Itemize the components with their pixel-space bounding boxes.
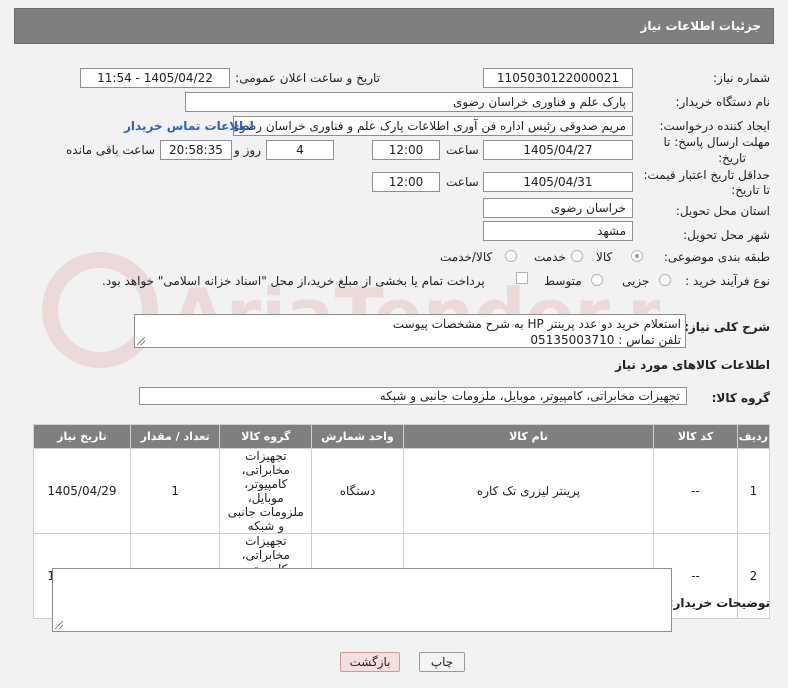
treasury-payment-checkbox[interactable] <box>516 272 528 284</box>
table-row: 1 -- پرینتر لیزری تک کاره دستگاه تجهیزات… <box>33 448 771 534</box>
description-line-2: تلفن تماس : 05135003710 <box>530 333 681 347</box>
deadline-time-label: ساعت <box>446 143 479 157</box>
resize-grip-icon[interactable] <box>55 621 63 629</box>
validity-label: حداقل تاریخ اعتبار قیمت: <box>643 168 770 182</box>
goods-code: -- <box>653 448 738 534</box>
deadline-time-field: 12:00 <box>372 140 440 160</box>
unit: دستگاه <box>311 448 404 534</box>
validity-time-label: ساعت <box>446 175 479 189</box>
time-remaining-field: 20:58:35 <box>160 140 232 160</box>
category-service-radio[interactable] <box>571 250 583 262</box>
description-textarea[interactable]: استعلام خرید دو عدد پرینتر HP به شرح مشخ… <box>134 314 686 348</box>
process-medium-radio[interactable] <box>591 274 603 286</box>
goods-group-field: تجهیزات مخابراتی، کامپیوتر، موبایل، ملزو… <box>139 387 687 405</box>
deadline-label: مهلت ارسال پاسخ: تا <box>663 135 770 149</box>
header-need-date: تاریخ نیاز <box>33 424 131 449</box>
announce-label: تاریخ و ساعت اعلان عمومی: <box>235 71 380 85</box>
process-label: نوع فرآیند خرید : <box>685 274 770 288</box>
days-remaining-field: 4 <box>266 140 334 160</box>
header-goods-name: نام کالا <box>402 424 655 449</box>
validity-date-field: 1405/04/31 <box>483 172 633 192</box>
days-label: روز و <box>234 143 261 157</box>
category-goods-service-label: کالا/خدمت <box>440 250 493 264</box>
validity-label-2: تا تاریخ: <box>731 183 770 197</box>
announce-field: 1405/04/22 - 11:54 <box>80 68 230 88</box>
row-number: 1 <box>736 448 771 534</box>
process-minor-label: جزیی <box>622 274 650 288</box>
time-remaining-label: ساعت باقی مانده <box>66 143 156 157</box>
header-goods-group: گروه کالا <box>219 424 313 449</box>
city-field: مشهد <box>483 221 633 241</box>
need-number-label: شماره نیاز: <box>713 71 770 85</box>
buyer-notes-textarea[interactable] <box>52 568 672 632</box>
creator-field: مریم صدوقی رئیس اداره فن آوری اطلاعات پا… <box>233 116 633 136</box>
category-service-label: خدمت <box>534 250 566 264</box>
print-button[interactable]: چاپ <box>419 652 465 672</box>
province-label: استان محل تحویل: <box>675 204 770 218</box>
process-minor-radio[interactable] <box>659 274 671 286</box>
goods-group-label: گروه کالا: <box>711 391 770 405</box>
buyer-notes-label: توضیحات خریدار: <box>668 596 770 610</box>
creator-label: ایجاد کننده درخواست: <box>659 119 770 133</box>
goods-group: تجهیزات مخابراتی، کامپیوتر، موبایل، ملزو… <box>219 448 313 534</box>
resize-grip-icon[interactable] <box>137 337 145 345</box>
header-row-number: ردیف <box>736 424 771 449</box>
back-button[interactable]: بازگشت <box>340 652 400 672</box>
deadline-label-2: تاریخ: <box>718 151 746 165</box>
description-label: شرح کلی نیاز: <box>684 320 770 334</box>
goods-info-title: اطلاعات کالاهای مورد نیاز <box>615 358 770 372</box>
buyer-org-label: نام دستگاه خریدار: <box>675 95 771 109</box>
need-number-field: 1105030122000021 <box>483 68 633 88</box>
page-title: جزئیات اطلاعات نیاز <box>640 19 761 33</box>
header-quantity: تعداد / مقدار <box>129 424 221 449</box>
city-label: شهر محل تحویل: <box>683 228 770 242</box>
category-goods-service-radio[interactable] <box>505 250 517 262</box>
category-goods-radio[interactable] <box>631 250 643 262</box>
watermark-logo: AriaTender.net <box>42 252 660 368</box>
payment-note: پرداخت تمام یا بخشی از مبلغ خرید،از محل … <box>102 274 485 288</box>
goods-name: پرینتر لیزری تک کاره <box>402 448 655 534</box>
need-date: 1405/04/29 <box>33 448 131 534</box>
header-unit: واحد شمارش <box>311 424 404 449</box>
category-label: طبقه بندی موضوعی: <box>663 250 770 264</box>
province-field: خراسان رضوی <box>483 198 633 218</box>
buyer-org-field: پارک علم و فناوری خراسان رضوی <box>185 92 633 112</box>
deadline-date-field: 1405/04/27 <box>483 140 633 160</box>
contact-buyer-link[interactable]: اطلاعات تماس خریدار <box>124 119 254 133</box>
process-medium-label: متوسط <box>544 274 582 288</box>
description-line-1: استعلام خرید دو عدد پرینتر HP به شرح مشخ… <box>392 317 681 331</box>
table-header-row: ردیف کد کالا نام کالا واحد شمارش گروه کا… <box>33 424 771 449</box>
validity-time-field: 12:00 <box>372 172 440 192</box>
quantity: 1 <box>129 448 221 534</box>
page-header: جزئیات اطلاعات نیاز <box>14 8 774 44</box>
header-goods-code: کد کالا <box>653 424 738 449</box>
category-goods-label: کالا <box>596 250 613 264</box>
